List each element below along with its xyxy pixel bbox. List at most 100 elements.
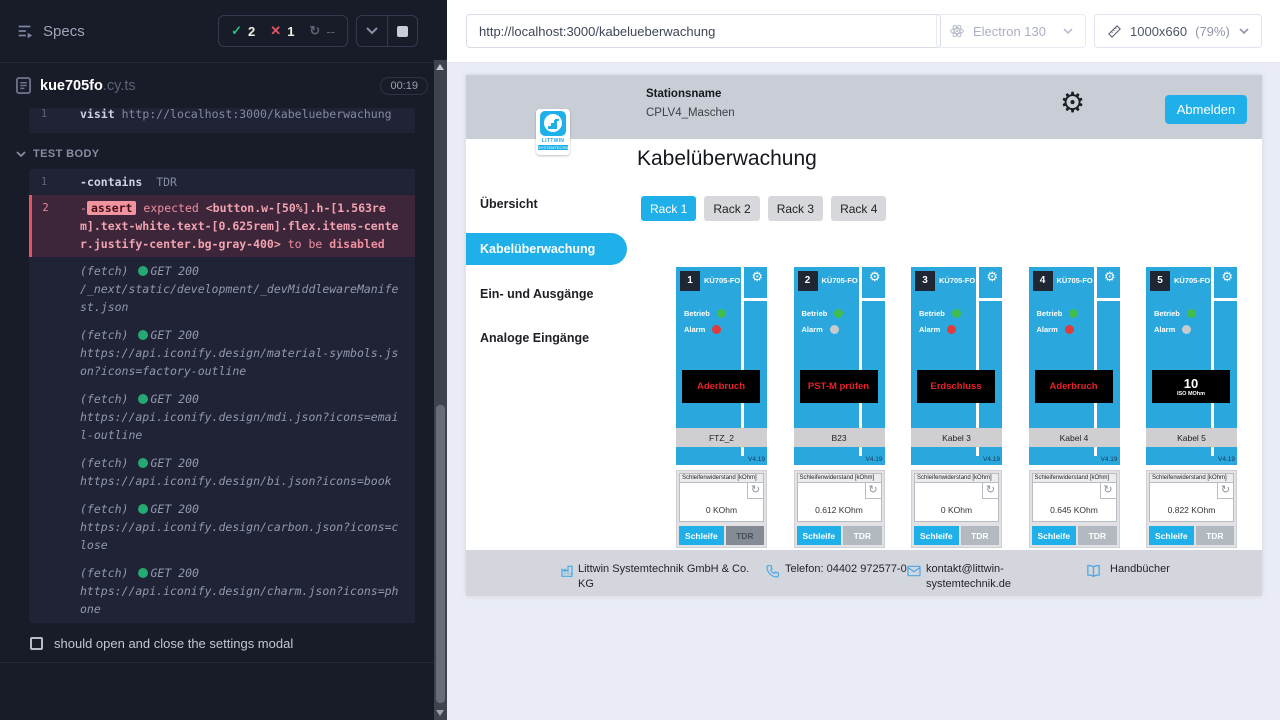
- factory-icon: [560, 563, 576, 579]
- schleife-button[interactable]: Schleife: [679, 526, 724, 545]
- network-log-entry[interactable]: (fetch)GET 200 https://api.iconify.desig…: [29, 559, 415, 623]
- betrieb-led: [1187, 309, 1196, 318]
- phone-icon: [765, 563, 781, 579]
- refresh-icon[interactable]: ↻: [747, 483, 763, 499]
- tdr-button[interactable]: TDR: [843, 526, 881, 545]
- firmware-version: V4.19: [983, 456, 1000, 463]
- tab-rack-2[interactable]: Rack 2: [704, 196, 759, 221]
- schleife-button[interactable]: Schleife: [797, 526, 842, 545]
- specs-label: Specs: [43, 23, 85, 40]
- network-log-entry[interactable]: (fetch)GET 200 https://api.iconify.desig…: [29, 385, 415, 449]
- schleife-button[interactable]: Schleife: [1032, 526, 1077, 545]
- logout-button[interactable]: Abmelden: [1165, 95, 1247, 124]
- tdr-button[interactable]: TDR: [1196, 526, 1234, 545]
- test-body-section[interactable]: TEST BODY: [16, 142, 447, 166]
- stop-icon: [397, 26, 408, 37]
- app-footer: Littwin Systemtechnik GmbH & Co. KG Tele…: [466, 550, 1262, 596]
- refresh-icon[interactable]: ↻: [982, 483, 998, 499]
- scroll-up-arrow[interactable]: [436, 64, 444, 70]
- app-sidebar: Übersicht Kabelüberwachung Ein- und Ausg…: [466, 139, 630, 596]
- test-stats: ✓2 ✕1 ↻--: [218, 15, 348, 47]
- assert-command[interactable]: 2 -assert expected <button.w-[50%].h-[1.…: [29, 195, 415, 257]
- schleife-button[interactable]: Schleife: [914, 526, 959, 545]
- test-body-block: 1 -contains TDR 2 -assert expected <butt…: [29, 169, 415, 623]
- card-gear-icon[interactable]: ⚙: [986, 270, 998, 284]
- tab-rack-3[interactable]: Rack 3: [768, 196, 823, 221]
- network-log-entry[interactable]: (fetch)GET 200 https://api.iconify.desig…: [29, 495, 415, 559]
- card-number: 4: [1033, 271, 1053, 291]
- refresh-icon[interactable]: ↻: [1217, 483, 1233, 499]
- pending-icon: ↻: [309, 23, 320, 39]
- sidebar-item-uebersicht[interactable]: Übersicht: [480, 197, 538, 211]
- network-log-entry[interactable]: (fetch)GET 200 https://api.iconify.desig…: [29, 321, 415, 385]
- firmware-version: V4.19: [866, 456, 883, 463]
- network-log-entry[interactable]: (fetch)GET 200 /_next/static/development…: [29, 257, 415, 321]
- card-number: 5: [1150, 271, 1170, 291]
- resistance-value: 0.822 KOhm: [1150, 505, 1233, 515]
- cable-label: Kabel 5: [1146, 428, 1237, 447]
- card-gear-icon[interactable]: ⚙: [1221, 270, 1233, 284]
- sidebar-item-analoge-eingaenge[interactable]: Analoge Eingänge: [480, 331, 589, 345]
- spec-file-row[interactable]: kue705fo.cy.ts 00:19: [0, 63, 447, 108]
- status-box: Aderbruch: [682, 370, 760, 403]
- status-dot: [138, 504, 148, 514]
- stat-pending: ↻--: [309, 23, 335, 39]
- collapse-button[interactable]: [357, 16, 387, 46]
- viewport-select[interactable]: 1000x660 (79%): [1094, 14, 1262, 48]
- stop-button[interactable]: [387, 16, 417, 46]
- station-label: Stationsname: [646, 88, 735, 100]
- schleife-button[interactable]: Schleife: [1149, 526, 1194, 545]
- betrieb-led: [834, 309, 843, 318]
- contains-command[interactable]: 1 -contains TDR: [29, 169, 415, 195]
- sidebar-item-kabelueberwachung[interactable]: Kabelüberwachung: [466, 233, 627, 265]
- card-gear-icon[interactable]: ⚙: [1104, 270, 1116, 284]
- loop-resistance-panel: Schleifenwiderstand [kOhm] ↻ 0 KOhm Schl…: [676, 470, 767, 548]
- network-log-entry[interactable]: (fetch)GET 200 https://api.iconify.desig…: [29, 449, 415, 495]
- refresh-icon[interactable]: ↻: [865, 483, 881, 499]
- card-number: 3: [915, 271, 935, 291]
- device-cards: 1 KÜ705-FO ⚙ Betrieb Alarm Aderbruch FTZ…: [676, 267, 1237, 550]
- device-card: 5 KÜ705-FO ⚙ Betrieb Alarm 10 ISO MOhm K…: [1146, 267, 1237, 550]
- loop-resistance-panel: Schleifenwiderstand [kOhm] ↻ 0.612 KOhm …: [794, 470, 885, 548]
- card-gear-icon[interactable]: ⚙: [751, 270, 763, 284]
- page-title: Kabelüberwachung: [637, 147, 817, 171]
- tab-rack-4[interactable]: Rack 4: [831, 196, 886, 221]
- refresh-icon[interactable]: ↻: [1100, 483, 1116, 499]
- tdr-button[interactable]: TDR: [1078, 526, 1116, 545]
- phone-number: Telefon: 04402 972577-0: [785, 562, 923, 577]
- pending-test[interactable]: should open and close the settings modal: [0, 636, 447, 651]
- status-box: Erdschluss: [917, 370, 995, 403]
- status-dot: [138, 330, 148, 340]
- reporter-scrollbar[interactable]: [434, 60, 447, 720]
- book-icon: [1085, 563, 1102, 580]
- x-icon: ✕: [270, 23, 281, 39]
- resistance-box: ↻ 0 KOhm: [679, 483, 764, 522]
- specs-icon: [16, 22, 34, 40]
- tdr-button[interactable]: TDR: [961, 526, 999, 545]
- tdr-button[interactable]: TDR: [726, 526, 764, 545]
- device-card: 4 KÜ705-FO ⚙ Betrieb Alarm Aderbruch Kab…: [1029, 267, 1120, 550]
- device-card: 3 KÜ705-FO ⚙ Betrieb Alarm Erdschluss Ka…: [911, 267, 1002, 550]
- manuals-link[interactable]: Handbücher: [1110, 562, 1170, 577]
- stat-failed: ✕1: [270, 23, 294, 39]
- chevron-down-icon: [16, 151, 26, 158]
- tab-rack-1[interactable]: Rack 1: [641, 196, 696, 221]
- status-box: Aderbruch: [1035, 370, 1113, 403]
- visit-command-block[interactable]: 1 visit http://localhost:3000/kabelueber…: [29, 108, 415, 133]
- card-model: KÜ705-FO: [939, 276, 975, 285]
- check-icon: ✓: [231, 23, 242, 39]
- specs-menu-button[interactable]: Specs: [16, 22, 85, 40]
- scrollbar-thumb[interactable]: [436, 405, 445, 703]
- scroll-down-arrow[interactable]: [436, 710, 444, 716]
- file-icon: [16, 77, 31, 94]
- card-gear-icon[interactable]: ⚙: [869, 270, 881, 284]
- company-name: Littwin Systemtechnik GmbH & Co. KG: [578, 562, 756, 592]
- resistance-value: 0 KOhm: [680, 505, 763, 515]
- status-dot: [138, 266, 148, 276]
- alarm-led: [1065, 325, 1074, 334]
- browser-select[interactable]: Electron 130: [936, 14, 1086, 48]
- settings-gear-icon[interactable]: ⚙: [1060, 89, 1085, 117]
- sidebar-item-ein-und-ausgaenge[interactable]: Ein- und Ausgänge: [480, 287, 593, 301]
- loop-resistance-panel: Schleifenwiderstand [kOhm] ↻ 0 KOhm Schl…: [911, 470, 1002, 548]
- url-input[interactable]: [466, 14, 941, 48]
